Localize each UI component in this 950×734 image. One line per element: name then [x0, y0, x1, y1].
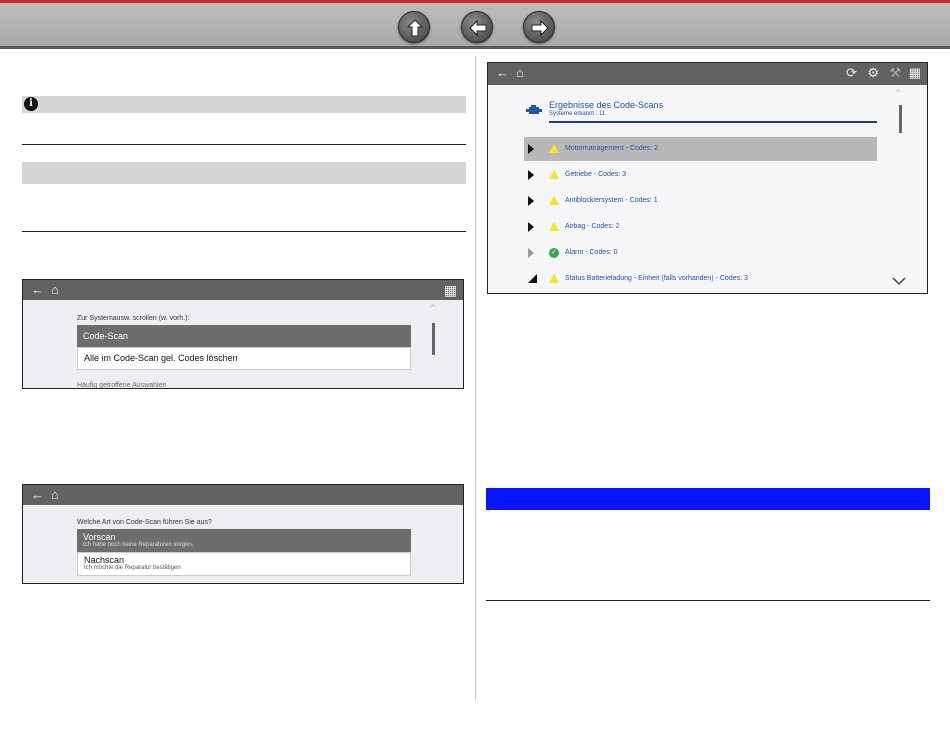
divider [486, 600, 930, 601]
section-header-bar [486, 488, 930, 510]
home-icon[interactable]: ⌂ [51, 282, 59, 298]
save-icon[interactable]: ▦ [909, 65, 921, 81]
result-row-label: Antiblockiersystem - Codes: 1 [565, 197, 658, 204]
expand-icon[interactable] [528, 196, 534, 206]
back-arrow-icon[interactable] [461, 11, 493, 43]
result-row-label: Status Batterieladung - Einheit (falls v… [565, 275, 748, 282]
result-row[interactable]: ✓ Alarm - Codes: 0 [524, 241, 877, 265]
engine-icon [526, 105, 542, 114]
option-pre-scan[interactable]: Vorscan Ich habe noch keine Reparaturen … [77, 529, 411, 552]
grid-icon[interactable]: ▦ [444, 282, 457, 298]
note-bar: i [22, 96, 466, 113]
menu-item-code-scan[interactable]: Code-Scan [77, 325, 411, 347]
info-icon: i [24, 97, 38, 111]
result-row-label: Motormanagement - Codes: 2 [565, 145, 658, 152]
result-row[interactable]: Antiblockiersystem - Codes: 1 [524, 189, 877, 213]
result-row-label: Getriebe - Codes: 3 [565, 171, 627, 178]
section-bar [22, 162, 466, 184]
check-icon: ✓ [549, 248, 559, 258]
refresh-icon[interactable]: ⟳ [846, 65, 857, 81]
scrollbar[interactable] [432, 323, 435, 355]
chevron-down-icon[interactable] [892, 277, 906, 286]
title-underline [549, 121, 877, 123]
divider [22, 144, 466, 145]
manual-page: i ← ⌂ ▦ Zur Systemausw. scrollen (w. vor… [0, 0, 950, 734]
warning-icon [549, 196, 559, 205]
system-menu-screenshot: ← ⌂ ▦ Zur Systemausw. scrollen (w. vorh.… [22, 279, 464, 389]
device-toolbar: ← ⌂ ⟳ ⚙ ⚒ ▦ [488, 63, 927, 85]
result-row-label: Alarm - Codes: 0 [565, 249, 618, 256]
expand-icon[interactable] [528, 170, 534, 180]
result-row-label: Airbag - Codes: 2 [565, 223, 620, 230]
expand-icon[interactable] [528, 222, 534, 232]
option-subtitle: Ich möchte die Reparatur bestätigen [84, 565, 181, 571]
scrollbar[interactable] [899, 105, 902, 133]
option-title: Nachscan [84, 555, 125, 565]
results-title: Ergebnisse des Code-Scans [549, 100, 664, 110]
divider [22, 231, 466, 232]
menu-prompt: Zur Systemausw. scrollen (w. vorh.): [77, 315, 190, 322]
code-scan-results-screenshot: ← ⌂ ⟳ ⚙ ⚒ ▦ Ergebnisse des Code-Scans Sy… [487, 62, 928, 294]
results-subtitle: Systeme erkannt : 11 [549, 111, 606, 117]
scan-type-prompt: Welche Art von Code-Scan führen Sie aus? [77, 519, 212, 526]
chevron-up-icon[interactable]: ⌃ [428, 302, 438, 316]
warning-icon [549, 274, 559, 283]
device-toolbar: ← ⌂ [23, 485, 463, 505]
result-row[interactable]: Motormanagement - Codes: 2 [524, 137, 877, 161]
result-row[interactable]: Airbag - Codes: 2 [524, 215, 877, 239]
forward-arrow-icon[interactable] [523, 11, 555, 43]
back-icon[interactable]: ← [31, 487, 44, 503]
back-icon[interactable]: ← [496, 65, 509, 81]
warning-icon [549, 144, 559, 153]
chevron-up-icon[interactable]: ⌃ [893, 87, 903, 101]
expand-icon[interactable] [528, 144, 534, 154]
column-divider [475, 56, 476, 700]
result-row[interactable]: Getriebe - Codes: 3 [524, 163, 877, 187]
vehicle-icon[interactable]: ⚙ [867, 65, 879, 81]
menu-footer: Häufig getroffene Auswahlen [77, 382, 167, 389]
result-row[interactable]: Status Batterieladung - Einheit (falls v… [524, 267, 877, 291]
option-subtitle: Ich habe noch keine Reparaturen vorgen. [83, 542, 194, 548]
menu-item-clear-codes[interactable]: Alle im Code-Scan gel. Codes löschen [77, 347, 411, 370]
option-title: Vorscan [83, 532, 116, 542]
warning-icon [549, 170, 559, 179]
device-toolbar: ← ⌂ ▦ [23, 280, 463, 300]
home-icon[interactable]: ⌂ [516, 65, 524, 81]
home-icon[interactable]: ⌂ [51, 487, 59, 503]
warning-icon [549, 222, 559, 231]
expand-icon[interactable] [528, 248, 534, 258]
option-post-scan[interactable]: Nachscan Ich möchte die Reparatur bestät… [77, 552, 411, 576]
tools-icon[interactable]: ⚒ [889, 65, 901, 81]
back-icon[interactable]: ← [31, 282, 44, 298]
expanded-icon[interactable] [528, 274, 537, 283]
up-arrow-icon[interactable] [398, 11, 430, 43]
top-navigation-bar [0, 0, 950, 49]
scan-type-screenshot: ← ⌂ Welche Art von Code-Scan führen Sie … [22, 484, 464, 584]
